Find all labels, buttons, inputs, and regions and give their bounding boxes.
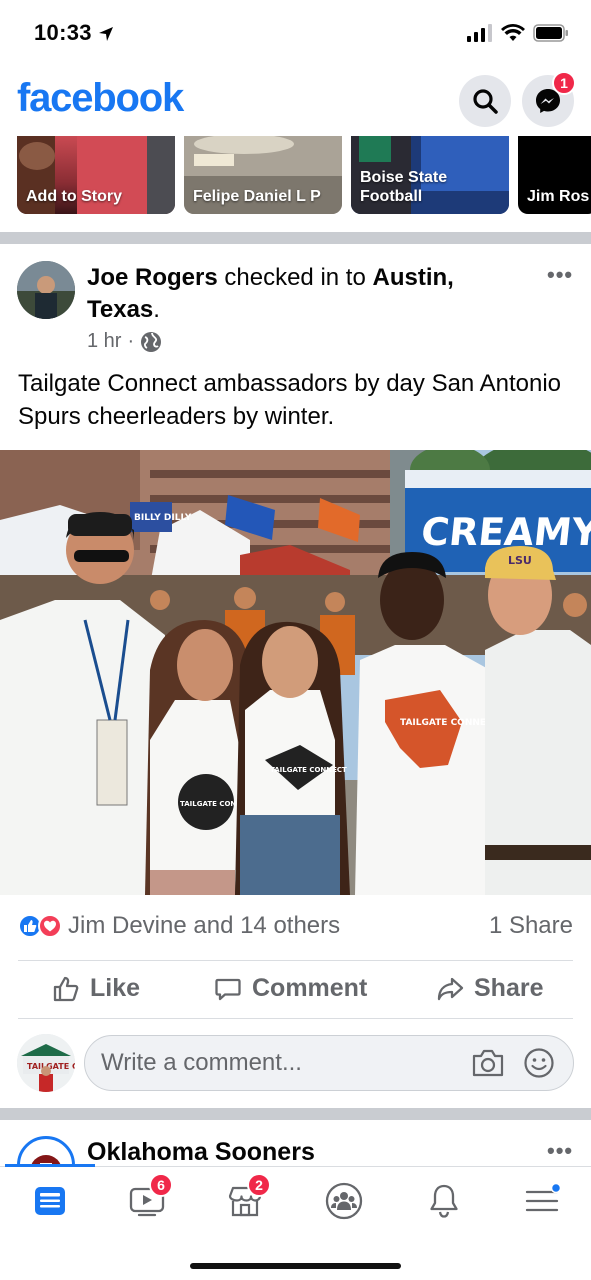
reaction-icons bbox=[18, 914, 62, 938]
cap-text: LSU bbox=[508, 554, 532, 567]
avatar-image: TAILGATE C bbox=[17, 1034, 75, 1092]
marketplace-badge: 2 bbox=[247, 1173, 271, 1197]
camera-icon[interactable] bbox=[471, 1048, 505, 1078]
menu-icon bbox=[525, 1184, 560, 1212]
story-item[interactable]: Boise State Football bbox=[351, 136, 509, 214]
bottom-navigation: 6 2 bbox=[0, 1164, 591, 1280]
tab-menu[interactable] bbox=[512, 1179, 572, 1223]
home-feed-icon bbox=[35, 1187, 65, 1215]
share-label: Share bbox=[474, 974, 544, 1002]
my-avatar[interactable]: TAILGATE C bbox=[17, 1034, 75, 1092]
shares-count[interactable]: 1 Share bbox=[489, 912, 573, 940]
tab-marketplace[interactable]: 2 bbox=[215, 1173, 275, 1223]
flag-text: BILLY DILLY bbox=[134, 513, 192, 523]
like-label: Like bbox=[90, 974, 141, 1002]
facebook-logo[interactable]: facebook bbox=[17, 76, 184, 121]
love-reaction-icon bbox=[38, 914, 62, 938]
watch-badge: 6 bbox=[149, 1173, 173, 1197]
story-label: Add to Story bbox=[26, 188, 122, 205]
tab-watch[interactable]: 6 bbox=[117, 1173, 177, 1223]
post-verb: checked in to bbox=[224, 264, 366, 291]
home-indicator[interactable] bbox=[190, 1263, 401, 1269]
comment-label: Comment bbox=[252, 974, 368, 1002]
post-header: Joe Rogers checked in to Austin, Texas. bbox=[87, 262, 517, 326]
emoji-icon[interactable] bbox=[523, 1047, 555, 1079]
messenger-button[interactable]: 1 bbox=[522, 71, 576, 127]
app-header: facebook 1 bbox=[0, 70, 591, 134]
next-post-title[interactable]: Oklahoma Sooners bbox=[87, 1138, 315, 1167]
tailgate-photo: CREAMY HO BILLY DILLY TAILGATE CONNECT bbox=[0, 450, 591, 895]
post-more-button[interactable]: ••• bbox=[547, 262, 573, 288]
post-photo[interactable]: CREAMY HO BILLY DILLY TAILGATE CONNECT bbox=[0, 450, 591, 895]
post-more-button[interactable]: ••• bbox=[547, 1138, 573, 1164]
story-label: Jim Ros bbox=[527, 188, 590, 205]
share-icon bbox=[437, 977, 464, 1000]
comment-icon bbox=[215, 978, 241, 1000]
story-item[interactable]: Felipe Daniel L P bbox=[184, 136, 342, 214]
banner-text: CREAMY HO bbox=[419, 510, 591, 554]
post-text: Tailgate Connect ambassadors by day San … bbox=[18, 370, 562, 430]
globe-icon bbox=[141, 331, 162, 352]
meta-separator: · bbox=[127, 330, 135, 352]
texas-shirt-text: TAILGATE CONNECT bbox=[400, 718, 500, 728]
post-time[interactable]: 1 hr bbox=[87, 330, 121, 353]
thumbs-up-icon bbox=[53, 976, 79, 1001]
shirt-text-2: TAILGATE CONNECT bbox=[270, 766, 347, 774]
bell-icon bbox=[430, 1184, 458, 1218]
story-label: Felipe Daniel L P bbox=[193, 188, 321, 205]
divider-line bbox=[18, 1018, 573, 1019]
section-divider bbox=[0, 1108, 591, 1120]
comment-composer[interactable] bbox=[84, 1035, 574, 1091]
battery-icon bbox=[533, 24, 568, 42]
tab-notifications[interactable] bbox=[414, 1179, 474, 1223]
like-button[interactable]: Like bbox=[52, 974, 140, 1003]
avatar-image bbox=[17, 261, 75, 319]
story-add[interactable]: Add to Story bbox=[17, 136, 175, 214]
stories-strip: Add to Story Felipe Daniel L P Boise Sta… bbox=[0, 136, 591, 216]
comment-input[interactable] bbox=[101, 1036, 461, 1090]
messenger-badge: 1 bbox=[552, 71, 576, 95]
story-item[interactable]: Jim Ros bbox=[518, 136, 591, 214]
reactions-summary[interactable]: Jim Devine and 14 others bbox=[18, 912, 340, 940]
story-label: Boise State Football bbox=[360, 169, 448, 205]
search-button[interactable] bbox=[459, 75, 511, 127]
signal-icon bbox=[467, 24, 492, 42]
location-arrow-icon bbox=[99, 27, 113, 41]
tab-groups[interactable] bbox=[314, 1179, 374, 1223]
search-icon bbox=[473, 89, 498, 114]
status-bar: 10:33 bbox=[0, 0, 591, 70]
post-author[interactable]: Joe Rogers bbox=[87, 264, 218, 291]
active-tab-indicator bbox=[5, 1164, 95, 1167]
groups-icon bbox=[325, 1182, 363, 1220]
avatar[interactable] bbox=[17, 261, 75, 319]
status-indicators bbox=[467, 24, 569, 42]
comment-button[interactable]: Comment bbox=[214, 974, 367, 1003]
reactions-text: Jim Devine and 14 others bbox=[68, 912, 341, 939]
section-divider bbox=[0, 232, 591, 244]
share-button[interactable]: Share bbox=[436, 974, 543, 1003]
tab-home[interactable] bbox=[20, 1179, 80, 1223]
wifi-icon bbox=[501, 24, 525, 41]
divider-line bbox=[18, 960, 573, 961]
post-meta: 1 hr · bbox=[87, 330, 162, 353]
post-period: . bbox=[153, 296, 160, 323]
status-time: 10:33 bbox=[34, 20, 92, 45]
avatar-text: TAILGATE C bbox=[27, 1062, 75, 1071]
